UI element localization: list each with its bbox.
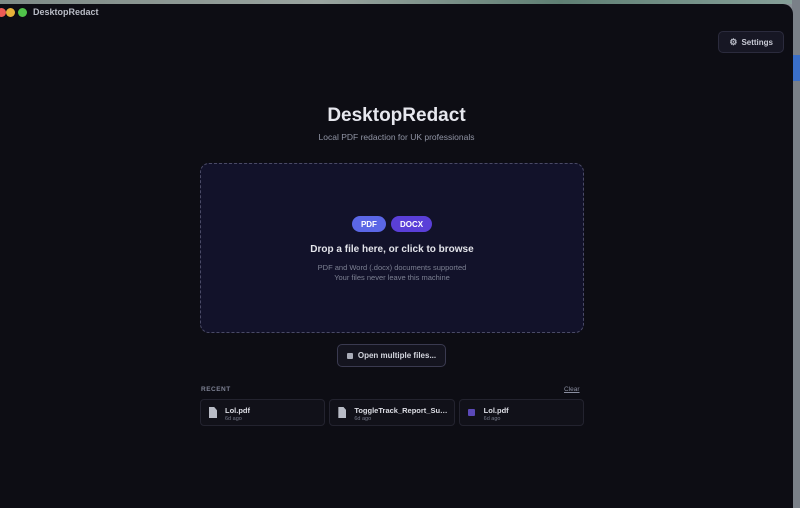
recent-file-time: 6d ago — [354, 416, 372, 422]
recent-file-time: 6d ago — [225, 416, 242, 422]
supported-formats-note: PDF and Word (.docx) documents supported — [317, 263, 467, 272]
recent-file-name: Lol.pdf — [483, 406, 509, 415]
recent-file-name: ToggleTrack_Report_Summary.pdf — [354, 406, 447, 415]
file-icon — [209, 407, 217, 418]
privacy-note: Your files never leave this machine — [334, 273, 450, 282]
desktop-edge-highlight — [792, 55, 800, 81]
minimize-window-button[interactable] — [6, 8, 15, 17]
title-bar[interactable]: DesktopRedact — [0, 4, 793, 22]
app-window: DesktopRedact ⚙ Settings DesktopRedact L… — [0, 4, 793, 508]
files-icon — [346, 352, 353, 359]
page-title: DesktopRedact — [327, 105, 466, 126]
recent-file-item[interactable]: ToggleTrack_Report_Summary.pdf 6d ago — [329, 399, 455, 426]
drop-instructions: Drop a file here, or click to browse — [310, 244, 474, 255]
file-drop-zone[interactable]: PDF DOCX Drop a file here, or click to b… — [200, 163, 584, 333]
recent-file-item[interactable]: Lol.pdf 6d ago — [200, 399, 326, 426]
open-multiple-label: Open multiple files... — [357, 351, 437, 360]
clear-recent-link[interactable]: Clear — [564, 386, 580, 393]
docx-format-chip: DOCX — [390, 216, 433, 232]
pdf-format-chip: PDF — [351, 216, 386, 232]
recent-file-time: 6d ago — [483, 416, 501, 422]
open-multiple-files-button[interactable]: Open multiple files... — [337, 344, 446, 367]
desktop-right-edge — [792, 0, 800, 508]
gear-icon: ⚙ — [729, 36, 738, 47]
page-subtitle: Local PDF redaction for UK professionals — [318, 132, 475, 142]
recent-files-list: Lol.pdf 6d ago ToggleTrack_Report_Summar… — [200, 399, 584, 426]
recent-file-item[interactable]: Lol.pdf 6d ago — [458, 399, 584, 426]
recent-file-name: Lol.pdf — [225, 406, 250, 415]
recent-heading: RECENT — [201, 386, 231, 393]
format-chips: PDF DOCX — [201, 216, 583, 232]
settings-label: Settings — [741, 37, 773, 47]
file-icon — [338, 407, 347, 418]
maximize-window-button[interactable] — [18, 8, 27, 17]
settings-button[interactable]: ⚙ Settings — [718, 31, 784, 53]
word-file-icon — [467, 409, 475, 416]
window-title: DesktopRedact — [33, 7, 99, 17]
